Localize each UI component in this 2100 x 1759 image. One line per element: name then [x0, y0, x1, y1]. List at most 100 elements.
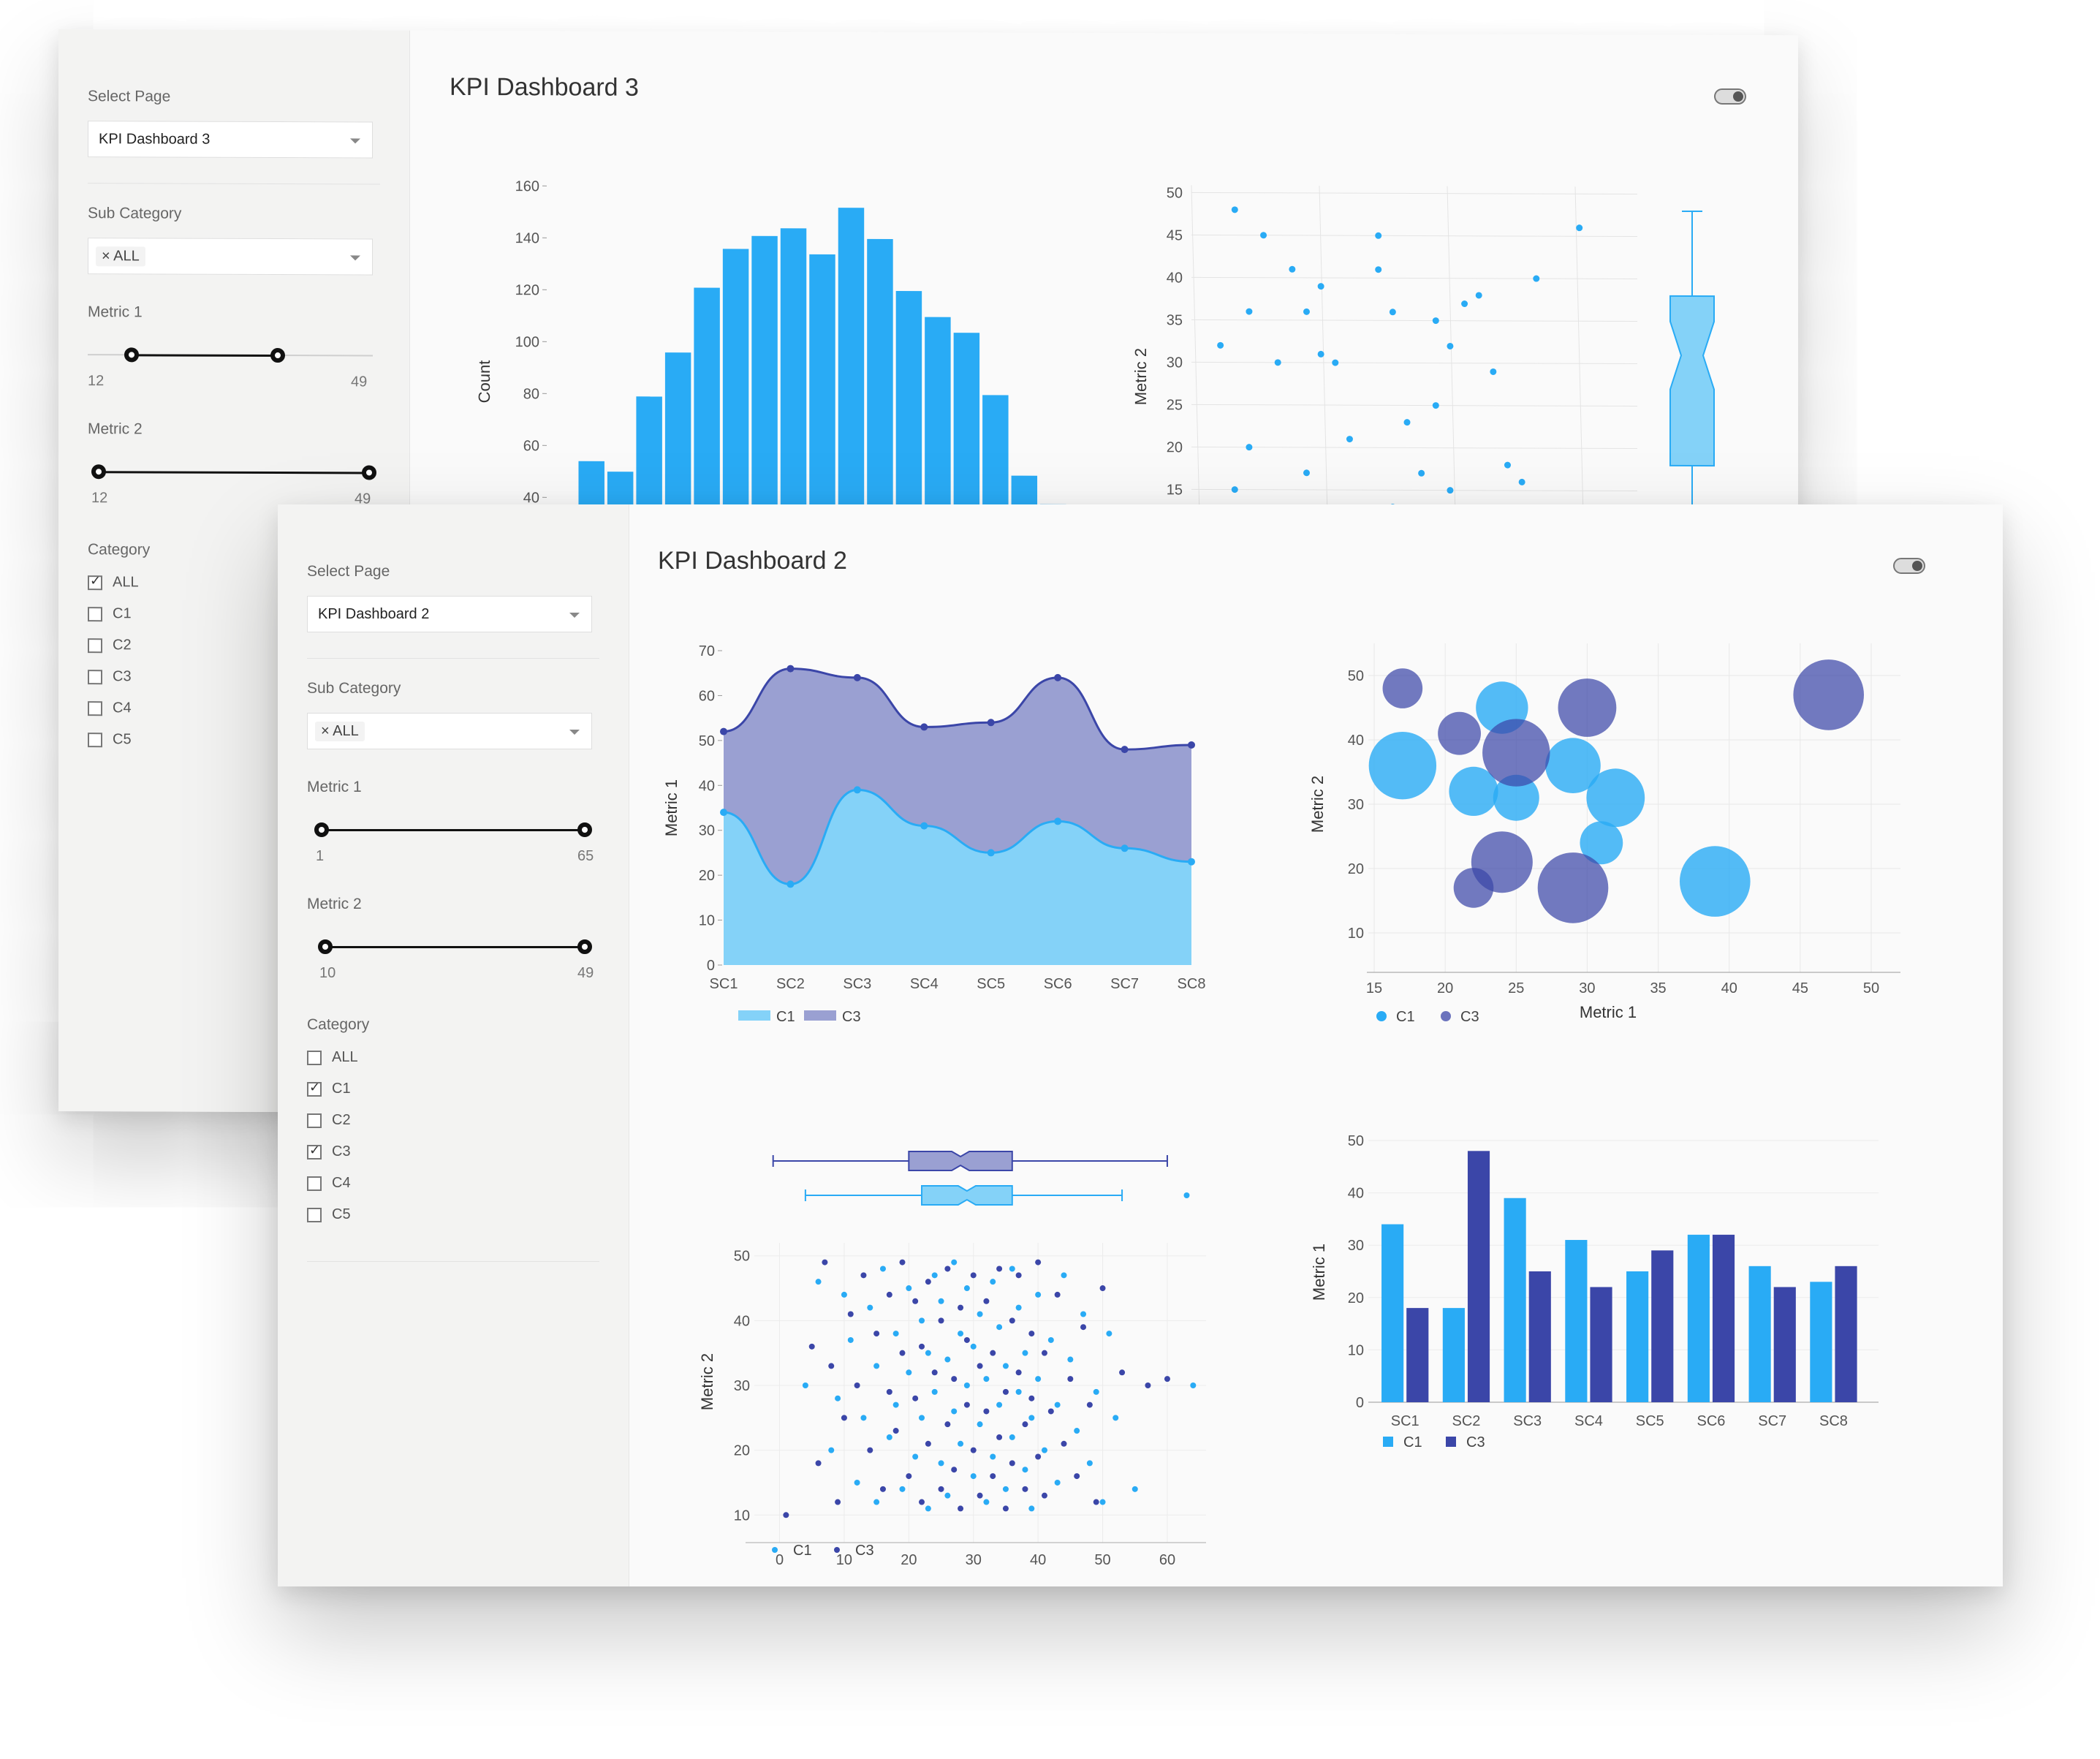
checkbox[interactable]: [88, 670, 102, 685]
scatter-point-c1: [854, 1479, 860, 1486]
grid-line: [1191, 404, 1637, 407]
scatter-point-c3: [892, 1428, 899, 1434]
select-page-label: Select Page: [307, 563, 390, 580]
scatter-point-c1: [1009, 1266, 1015, 1272]
scatter-point-c3: [1047, 1408, 1054, 1415]
metric2-min-handle[interactable]: [91, 464, 106, 480]
y-tick-label: 0: [1356, 1395, 1364, 1411]
scatter-point: [1303, 308, 1310, 315]
checkbox[interactable]: [307, 1113, 322, 1128]
category-label: Category: [307, 1016, 370, 1033]
checkbox[interactable]: [307, 1080, 322, 1097]
scatter-point-c3: [1002, 1388, 1009, 1395]
scatter-point: [1418, 469, 1425, 477]
scatter-point-c1: [990, 1453, 996, 1460]
select-page-dropdown[interactable]: KPI Dashboard 2: [307, 596, 592, 632]
bar-c1: [1565, 1240, 1588, 1402]
checkbox-label: C1: [113, 605, 132, 622]
sub-category-chip[interactable]: × ALL: [315, 722, 365, 741]
scatter-point-c3: [977, 1492, 983, 1499]
metric2-max-handle[interactable]: [577, 939, 592, 954]
checkbox[interactable]: [307, 1208, 322, 1222]
scatter-point-c3: [983, 1298, 990, 1304]
area-chart: 0 10 20 30 40 50 60 70 Metric 1 SC1 SC2 SC3 SC4 SC5 SC…: [662, 643, 1205, 1025]
scatter-point-c3: [1074, 1473, 1080, 1480]
y-tick-label: 20: [1348, 1290, 1364, 1306]
checkbox[interactable]: [88, 701, 102, 716]
y-tick-label: 60: [699, 688, 715, 704]
metric1-max-handle[interactable]: [270, 348, 285, 363]
checkbox-label: C2: [113, 637, 132, 654]
x-tick-label: SC1: [710, 976, 738, 992]
scatter-point-c3: [996, 1266, 1003, 1272]
legend-swatch-c1: [772, 1547, 778, 1553]
metric2-max-handle[interactable]: [362, 465, 376, 480]
metric2-min-value: 12: [91, 490, 108, 507]
scatter-point-c3: [873, 1331, 880, 1337]
scatter-point-c1: [925, 1505, 931, 1512]
scatter-point-c3: [912, 1395, 919, 1401]
y-tick-label: 60: [523, 438, 539, 454]
histogram-bar: [838, 208, 865, 545]
scatter-point-c1: [1002, 1363, 1009, 1369]
metric2-min-value: 10: [319, 965, 336, 981]
y-tick-label: 30: [734, 1378, 750, 1394]
scatter-point-c3: [783, 1512, 789, 1518]
bar-c1: [1381, 1224, 1404, 1402]
point-c3: [920, 723, 928, 731]
x-tick-label: SC7: [1758, 1413, 1786, 1429]
checkbox[interactable]: [88, 575, 102, 591]
y-tick-label: 40: [1167, 270, 1183, 286]
scatter-point: [1274, 359, 1281, 366]
checkbox[interactable]: [307, 1143, 322, 1160]
y-tick-label: 50: [1348, 668, 1364, 684]
theme-toggle[interactable]: [1893, 558, 1925, 574]
scatter-point: [1576, 224, 1583, 232]
scatter-point-c1: [1041, 1447, 1047, 1453]
scatter-point-c3: [990, 1350, 996, 1356]
metric1-min-handle[interactable]: [314, 822, 329, 837]
theme-toggle[interactable]: [1714, 88, 1746, 105]
scatter-point-c1: [906, 1369, 912, 1376]
scatter-point-c1: [892, 1401, 899, 1408]
y-tick-label: 15: [1167, 482, 1183, 498]
front-dashboard-window: Select Page KPI Dashboard 2 Sub Category…: [278, 504, 2003, 1586]
scatter-point-c3: [886, 1291, 892, 1298]
metric1-max-handle[interactable]: [577, 822, 592, 837]
sub-category-chip[interactable]: × ALL: [96, 246, 145, 267]
scatter-point: [1490, 368, 1497, 375]
scatter-point-c1: [899, 1486, 906, 1492]
checkbox[interactable]: [88, 733, 102, 748]
checkbox[interactable]: [88, 638, 102, 654]
scatter-point-c3: [1015, 1272, 1022, 1279]
scatter-point-c1: [996, 1324, 1003, 1331]
metric2-label: Metric 2: [307, 896, 362, 912]
scatter-point: [1231, 486, 1238, 493]
select-page-dropdown[interactable]: KPI Dashboard 3: [88, 121, 373, 159]
x-tick-label: SC3: [843, 976, 871, 992]
x-tick-label: SC1: [1391, 1413, 1419, 1429]
scatter-point-c3: [919, 1343, 925, 1350]
y-tick-label: 50: [1348, 1133, 1364, 1149]
notched-box-c3: [908, 1151, 1013, 1171]
checkbox[interactable]: [307, 1051, 322, 1065]
x-tick-label: 15: [1366, 980, 1382, 996]
scatter-point-c1: [1080, 1311, 1087, 1317]
checkbox[interactable]: [88, 607, 102, 622]
checkbox-label: ALL: [113, 574, 139, 591]
point-c3: [1054, 673, 1062, 681]
sub-category-select[interactable]: × ALL: [88, 238, 373, 276]
legend-label-c1: C1: [793, 1543, 812, 1559]
scatter-point-c3: [841, 1415, 847, 1421]
scatter-point-c3: [1022, 1421, 1028, 1428]
sub-category-select[interactable]: × ALL: [307, 713, 592, 749]
scatter-point-c1: [1099, 1499, 1106, 1505]
scatter-point-c3: [944, 1421, 951, 1428]
scatter-point-c1: [886, 1434, 892, 1440]
metric1-min-handle[interactable]: [124, 347, 139, 363]
checkbox[interactable]: [307, 1176, 322, 1191]
point-c1: [987, 849, 995, 857]
metric2-min-handle[interactable]: [318, 939, 333, 954]
legend-label-c3: C3: [1466, 1434, 1485, 1450]
scatter-point: [1475, 292, 1482, 299]
